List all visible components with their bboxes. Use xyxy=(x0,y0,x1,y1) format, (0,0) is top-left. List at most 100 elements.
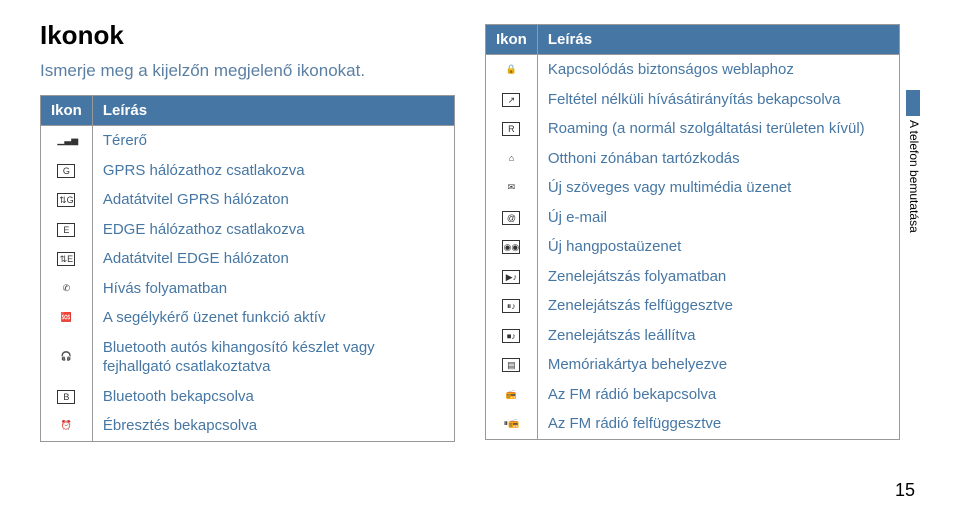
icon-cell: 🎧 xyxy=(41,333,93,382)
icon-cell: ⏹♪ xyxy=(486,321,538,351)
description-cell: Ébresztés bekapcsolva xyxy=(92,411,454,441)
page-content: Ikonok Ismerje meg a kijelzőn megjelenő … xyxy=(0,0,960,442)
header-icon: Ikon xyxy=(41,96,93,126)
status-icon: 🎧 xyxy=(57,350,75,364)
description-cell: Új szöveges vagy multimédia üzenet xyxy=(537,173,899,203)
table-row: ✆ Hívás folyamatban xyxy=(41,274,455,304)
table-row: ⇅E Adatátvitel EDGE hálózaton xyxy=(41,244,455,274)
status-icon: 📻 xyxy=(502,388,520,402)
description-cell: Bluetooth bekapcsolva xyxy=(92,382,454,412)
table-row: ✉ Új szöveges vagy multimédia üzenet xyxy=(486,173,900,203)
icon-cell: ⇅G xyxy=(41,185,93,215)
page-number: 15 xyxy=(895,480,915,501)
status-icon: ↗ xyxy=(502,93,520,107)
icon-table-right: Ikon Leírás 🔒 Kapcsolódás biztonságos web… xyxy=(485,24,900,440)
icon-cell: ⏰ xyxy=(41,411,93,441)
status-icon: R xyxy=(502,122,520,136)
status-icon: ⇅G xyxy=(57,193,75,207)
status-icon: 🆘 xyxy=(57,311,75,325)
table-row: ↗ Feltétel nélküli hívásátirányítás bekap… xyxy=(486,85,900,115)
icon-cell: E xyxy=(41,215,93,245)
icon-cell: ▶♪ xyxy=(486,262,538,292)
icon-cell: ✆ xyxy=(41,274,93,304)
status-icon: ⏸📻 xyxy=(502,417,520,431)
table-row: B Bluetooth bekapcsolva xyxy=(41,382,455,412)
description-cell: Zenelejátszás felfüggesztve xyxy=(537,291,899,321)
table-row: ⇅G Adatátvitel GPRS hálózaton xyxy=(41,185,455,215)
side-tab-marker xyxy=(906,90,920,116)
icon-cell: ⏸♪ xyxy=(486,291,538,321)
description-cell: Feltétel nélküli hívásátirányítás bekapc… xyxy=(537,85,899,115)
status-icon: E xyxy=(57,223,75,237)
table-row: ⌂ Otthoni zónában tartózkodás xyxy=(486,144,900,174)
icon-cell: 🔒 xyxy=(486,55,538,85)
icon-cell: ⏸📻 xyxy=(486,409,538,439)
table-row: ◉◉ Új hangpostaüzenet xyxy=(486,232,900,262)
description-cell: GPRS hálózathoz csatlakozva xyxy=(92,156,454,186)
table-row: 📻 Az FM rádió bekapcsolva xyxy=(486,380,900,410)
description-cell: Az FM rádió bekapcsolva xyxy=(537,380,899,410)
table-row: RRoaming (a normál szolgáltatási terület… xyxy=(486,114,900,144)
description-cell: Térerő xyxy=(92,126,454,156)
status-icon: @ xyxy=(502,211,520,225)
icon-cell: ▁▃▅ xyxy=(41,126,93,156)
icon-cell: G xyxy=(41,156,93,186)
icon-cell: ⌂ xyxy=(486,144,538,174)
icon-cell: @ xyxy=(486,203,538,233)
table-row: 🎧 Bluetooth autós kihangosító készlet vag… xyxy=(41,333,455,382)
description-cell: Zenelejátszás folyamatban xyxy=(537,262,899,292)
description-cell: Bluetooth autós kihangosító készlet vagy… xyxy=(92,333,454,382)
header-desc: Leírás xyxy=(92,96,454,126)
table-row: GGPRS hálózathoz csatlakozva xyxy=(41,156,455,186)
icon-cell: 📻 xyxy=(486,380,538,410)
description-cell: Kapcsolódás biztonságos weblaphoz xyxy=(537,55,899,85)
page-title: Ikonok xyxy=(40,20,455,51)
icon-cell: ⇅E xyxy=(41,244,93,274)
description-cell: Memóriakártya behelyezve xyxy=(537,350,899,380)
status-icon: ✉ xyxy=(502,181,520,195)
description-cell: Az FM rádió felfüggesztve xyxy=(537,409,899,439)
status-icon: 🔒 xyxy=(502,63,520,77)
status-icon: B xyxy=(57,390,75,404)
status-icon: ◉◉ xyxy=(502,240,520,254)
table-row: E EDGE hálózathoz csatlakozva xyxy=(41,215,455,245)
status-icon: ✆ xyxy=(57,282,75,296)
status-icon: ⏰ xyxy=(57,419,75,433)
table-row: @ Új e-mail xyxy=(486,203,900,233)
description-cell: Új e-mail xyxy=(537,203,899,233)
table-row: 🆘A segélykérő üzenet funkció aktív xyxy=(41,303,455,333)
icon-cell: ◉◉ xyxy=(486,232,538,262)
left-column: Ikonok Ismerje meg a kijelzőn megjelenő … xyxy=(40,20,455,442)
description-cell: Hívás folyamatban xyxy=(92,274,454,304)
status-icon: ▁▃▅ xyxy=(57,134,75,148)
icon-cell: R xyxy=(486,114,538,144)
icon-cell: ▤ xyxy=(486,350,538,380)
table-row: ⏰ Ébresztés bekapcsolva xyxy=(41,411,455,441)
description-cell: Adatátvitel GPRS hálózaton xyxy=(92,185,454,215)
status-icon: ⌂ xyxy=(502,152,520,166)
icon-cell: B xyxy=(41,382,93,412)
description-cell: Új hangpostaüzenet xyxy=(537,232,899,262)
side-section-label: A telefon bemutatása xyxy=(907,120,921,233)
status-icon: ⇅E xyxy=(57,252,75,266)
status-icon: ⏹♪ xyxy=(502,329,520,343)
page-subtitle: Ismerje meg a kijelzőn megjelenő ikonoka… xyxy=(40,61,455,81)
status-icon: ▶♪ xyxy=(502,270,520,284)
description-cell: Zenelejátszás leállítva xyxy=(537,321,899,351)
table-row: ⏹♪ Zenelejátszás leállítva xyxy=(486,321,900,351)
status-icon: ▤ xyxy=(502,358,520,372)
status-icon: ⏸♪ xyxy=(502,299,520,313)
header-icon: Ikon xyxy=(486,25,538,55)
description-cell: EDGE hálózathoz csatlakozva xyxy=(92,215,454,245)
description-cell: Otthoni zónában tartózkodás xyxy=(537,144,899,174)
table-row: ▁▃▅ Térerő xyxy=(41,126,455,156)
icon-table-left: Ikon Leírás ▁▃▅ TérerőGGPRS hálózathoz cs… xyxy=(40,95,455,442)
icon-cell: ✉ xyxy=(486,173,538,203)
table-row: ⏸📻 Az FM rádió felfüggesztve xyxy=(486,409,900,439)
table-row: ⏸♪ Zenelejátszás felfüggesztve xyxy=(486,291,900,321)
description-cell: Adatátvitel EDGE hálózaton xyxy=(92,244,454,274)
header-desc: Leírás xyxy=(537,25,899,55)
table-row: ▶♪ Zenelejátszás folyamatban xyxy=(486,262,900,292)
table-row: ▤ Memóriakártya behelyezve xyxy=(486,350,900,380)
right-column: Ikon Leírás 🔒 Kapcsolódás biztonságos web… xyxy=(485,20,900,442)
